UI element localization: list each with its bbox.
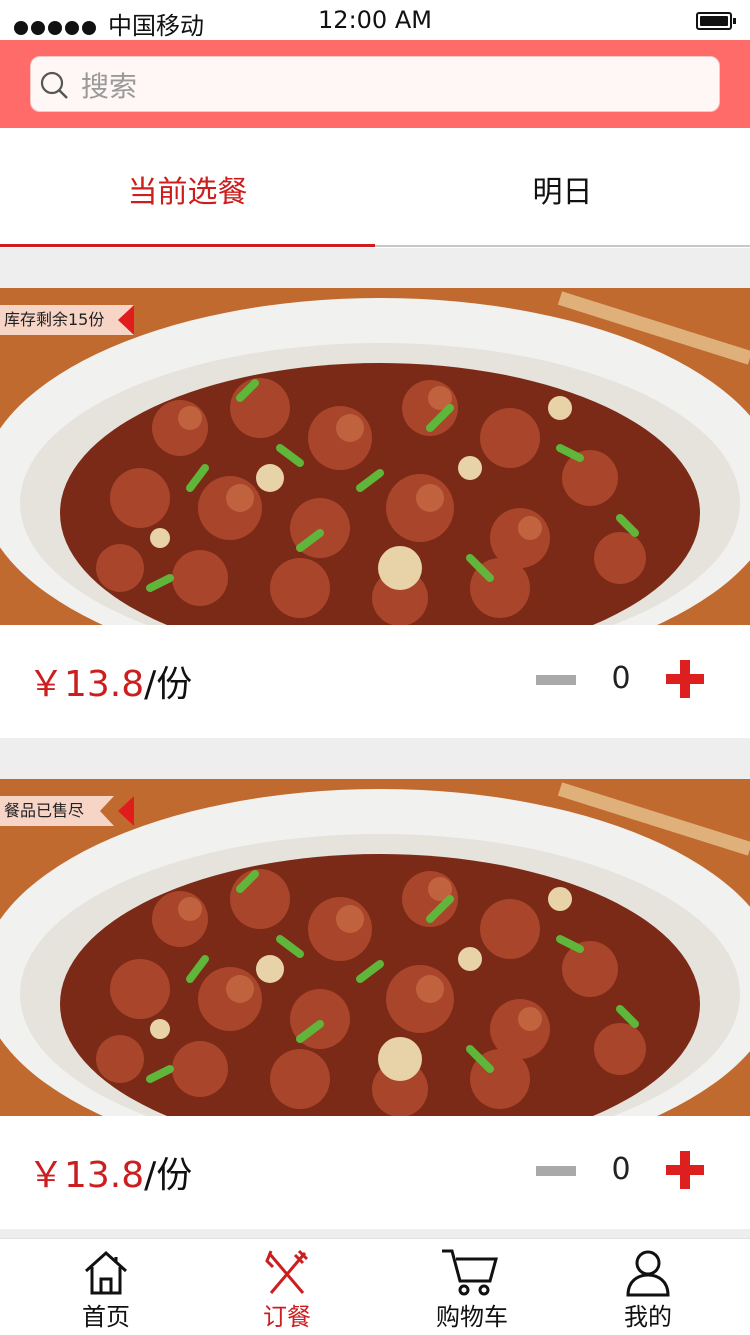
- price-unit: /份: [144, 1155, 193, 1196]
- tab-tomorrow[interactable]: 明日: [375, 128, 750, 248]
- nav-item-profile[interactable]: 我的: [588, 1239, 708, 1335]
- nav-label-order: 订餐: [263, 1303, 311, 1331]
- meal-card: 餐品已售尽 ￥13.8/份 0: [0, 779, 750, 1229]
- battery-icon: [696, 12, 736, 30]
- sold-out-badge: 餐品已售尽: [0, 796, 114, 826]
- stock-badge: 库存剩余15份: [0, 305, 134, 335]
- price-unit: /份: [144, 664, 193, 705]
- nav-item-order[interactable]: 订餐: [227, 1239, 347, 1335]
- meal-price: ￥13.8/份: [28, 655, 192, 707]
- increase-button[interactable]: [666, 660, 704, 698]
- search-header: [0, 40, 750, 128]
- tab-current-meal[interactable]: 当前选餐: [0, 128, 375, 248]
- meal-card: 库存剩余15份 ￥13.8/份 0: [0, 288, 750, 738]
- search-icon: [40, 71, 68, 99]
- meal-photo[interactable]: [0, 288, 750, 625]
- status-bar: 中国移动 12:00 AM: [0, 0, 750, 40]
- quantity-value: 0: [611, 661, 631, 696]
- decrease-button[interactable]: [536, 1166, 576, 1176]
- user-icon: [626, 1250, 670, 1297]
- nav-item-cart[interactable]: 购物车: [412, 1239, 532, 1335]
- meal-photo[interactable]: [0, 779, 750, 1116]
- search-box[interactable]: [30, 56, 720, 112]
- tab-divider: [375, 245, 750, 247]
- nav-label-profile: 我的: [624, 1303, 672, 1331]
- nav-label-home: 首页: [82, 1303, 130, 1331]
- meal-tabs: 当前选餐 明日: [0, 128, 750, 248]
- status-time: 12:00 AM: [318, 6, 432, 34]
- cart-icon: [442, 1249, 498, 1296]
- bottom-nav: 首页 订餐 购物车 我的: [0, 1238, 750, 1335]
- increase-button[interactable]: [666, 1151, 704, 1189]
- nav-label-cart: 购物车: [436, 1303, 508, 1331]
- search-input[interactable]: [79, 65, 683, 107]
- fork-knife-icon: [265, 1249, 309, 1294]
- price-row: ￥13.8/份 0: [0, 625, 750, 738]
- nav-item-home[interactable]: 首页: [46, 1239, 166, 1335]
- meal-price: ￥13.8/份: [28, 1146, 192, 1198]
- price-value: ￥13.8: [28, 1155, 145, 1196]
- decrease-button[interactable]: [536, 675, 576, 685]
- home-icon: [84, 1250, 128, 1295]
- price-row: ￥13.8/份 0: [0, 1116, 750, 1229]
- active-tab-indicator: [0, 244, 375, 247]
- quantity-value: 0: [611, 1152, 631, 1187]
- price-value: ￥13.8: [28, 664, 145, 705]
